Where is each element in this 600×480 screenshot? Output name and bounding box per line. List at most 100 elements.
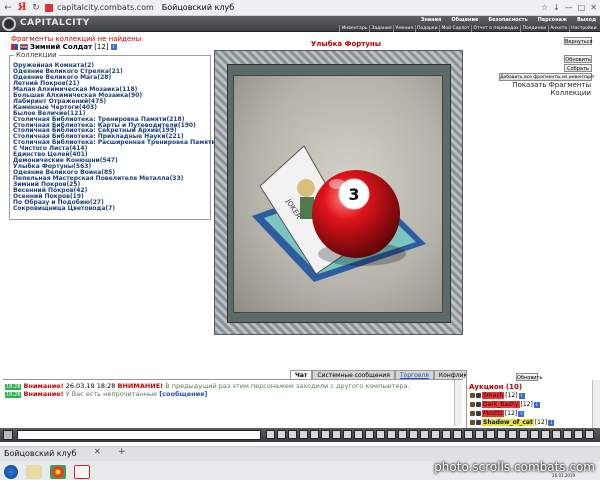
reload-icon[interactable]: ↻ bbox=[31, 0, 41, 16]
auction-refresh-button[interactable]: Обновить bbox=[516, 373, 542, 381]
game-logo[interactable]: CAPITALCITY bbox=[20, 18, 90, 28]
chat-private-icon[interactable] bbox=[470, 411, 475, 416]
address-bar[interactable]: capitalcity.combats.com bbox=[57, 3, 154, 12]
shield-icon[interactable] bbox=[486, 430, 495, 439]
nav-communication[interactable]: Общение bbox=[451, 17, 478, 23]
chat-mode-icon[interactable] bbox=[321, 430, 330, 439]
nav-inventory[interactable]: Инвентарь bbox=[339, 24, 369, 32]
screen: ← Я ↻ capitalcity.combats.com Бойцовский… bbox=[0, 0, 600, 480]
collection-link[interactable]: Сокровищница Цветовода(7) bbox=[13, 205, 234, 212]
boots-icon[interactable] bbox=[475, 430, 484, 439]
item-icon[interactable] bbox=[398, 430, 407, 439]
translit-icon[interactable] bbox=[277, 430, 286, 439]
message-time[interactable]: 18:28 bbox=[5, 392, 22, 398]
mail-icon[interactable] bbox=[552, 430, 561, 439]
nav-my-slot[interactable]: Мой Сорлот bbox=[439, 24, 471, 32]
chat-input[interactable] bbox=[17, 430, 261, 440]
elixir-icon[interactable] bbox=[376, 430, 385, 439]
auction-row: Dark_Bashy [12] i bbox=[470, 401, 540, 408]
nav-profile[interactable]: Анкета bbox=[547, 24, 569, 32]
bag-icon[interactable] bbox=[508, 430, 517, 439]
windows-start-icon[interactable] bbox=[4, 464, 18, 479]
minimize-icon[interactable]: — bbox=[565, 3, 573, 12]
message-title: ВНИМАНИЕ! bbox=[117, 382, 164, 390]
page-title: Бойцовский клуб bbox=[161, 3, 235, 12]
tab-chat[interactable]: Чат bbox=[290, 370, 313, 379]
yandex-browser-icon[interactable] bbox=[74, 464, 90, 479]
show-fragments-link[interactable]: Показать Фрагменты bbox=[512, 81, 591, 89]
nav-exit[interactable]: Выход bbox=[577, 17, 596, 23]
armor-icon[interactable] bbox=[453, 430, 462, 439]
weapon-icon[interactable] bbox=[497, 430, 506, 439]
auction-player-name[interactable]: Smash bbox=[482, 392, 505, 399]
rune-icon[interactable] bbox=[387, 430, 396, 439]
chrome-icon[interactable] bbox=[50, 464, 66, 479]
player-info-icon[interactable]: i bbox=[533, 401, 540, 408]
auction-player-name[interactable]: Shadow_of_cat bbox=[482, 419, 534, 426]
collect-button[interactable]: Собрать bbox=[564, 64, 592, 72]
maximize-icon[interactable]: □ bbox=[578, 3, 586, 12]
player-info-icon[interactable]: i bbox=[518, 392, 525, 399]
auction-player-name[interactable]: Mosttz bbox=[482, 410, 504, 417]
chat-private-icon[interactable] bbox=[470, 393, 475, 398]
yandex-logo-icon[interactable]: Я bbox=[17, 0, 27, 16]
refresh-button[interactable]: Обновить bbox=[564, 55, 592, 63]
add-all-fragments-button[interactable]: Добавить все фрагменты из инвентаря bbox=[499, 73, 594, 81]
nav-knowledge[interactable]: Знания bbox=[421, 17, 442, 23]
filter-icon[interactable] bbox=[288, 430, 297, 439]
map-icon[interactable] bbox=[519, 430, 528, 439]
chat-private-icon[interactable] bbox=[470, 402, 475, 407]
clan-icon bbox=[476, 393, 481, 398]
amulet-icon[interactable] bbox=[431, 430, 440, 439]
task-icons bbox=[0, 462, 90, 480]
play-icon[interactable] bbox=[574, 430, 583, 439]
tab-trade[interactable]: Торговля bbox=[394, 370, 434, 379]
record-icon[interactable] bbox=[563, 430, 572, 439]
nav-security[interactable]: Безопасность bbox=[488, 17, 527, 23]
back-arrow-icon[interactable]: ← bbox=[3, 0, 13, 16]
sound-icon[interactable] bbox=[310, 430, 319, 439]
auction-player-name[interactable]: Dark_Bashy bbox=[482, 401, 520, 408]
chat-scrollbar[interactable] bbox=[454, 380, 462, 426]
scroll-icon[interactable] bbox=[354, 430, 363, 439]
player-level: [12] bbox=[94, 43, 109, 51]
nav-gifts[interactable]: Подарки bbox=[414, 24, 440, 32]
browser-tab[interactable]: Бойцовский клуб bbox=[4, 449, 124, 461]
close-icon[interactable]: ✕ bbox=[590, 3, 597, 12]
player-info-icon[interactable]: i bbox=[110, 44, 117, 50]
belt-icon[interactable] bbox=[409, 430, 418, 439]
chat-private-icon[interactable] bbox=[470, 420, 475, 425]
gem-icon[interactable] bbox=[530, 430, 539, 439]
player-info-icon[interactable]: i bbox=[548, 419, 555, 426]
auction-scrollbar[interactable] bbox=[592, 380, 600, 428]
nav-battles[interactable]: Поединки bbox=[520, 24, 548, 32]
back-button[interactable]: Вернуться bbox=[564, 37, 593, 45]
forward-icon[interactable] bbox=[585, 430, 594, 439]
smile-icon[interactable] bbox=[266, 430, 275, 439]
bookmark-icon[interactable]: ☆ bbox=[541, 3, 548, 12]
ring-icon[interactable] bbox=[420, 430, 429, 439]
new-tab-icon[interactable]: + bbox=[118, 447, 126, 457]
tab-system-messages[interactable]: Системные сообщения bbox=[312, 370, 395, 379]
player-info-icon[interactable]: i bbox=[518, 410, 525, 417]
nav-quests[interactable]: Задания bbox=[368, 24, 393, 32]
chat-input-bar bbox=[0, 428, 600, 442]
helm-icon[interactable] bbox=[442, 430, 451, 439]
site-favicon-icon bbox=[45, 3, 53, 12]
channel-select-icon[interactable] bbox=[3, 430, 13, 440]
clear-icon[interactable] bbox=[299, 430, 308, 439]
nav-settings[interactable]: Настройки bbox=[568, 24, 598, 32]
download-icon[interactable]: ↓ bbox=[553, 3, 560, 12]
nav-transfer-report[interactable]: Отчет о переводах bbox=[471, 24, 520, 32]
spell-icon[interactable] bbox=[332, 430, 341, 439]
attack-icon[interactable] bbox=[343, 430, 352, 439]
explorer-icon[interactable] bbox=[26, 464, 42, 479]
potion-icon[interactable] bbox=[365, 430, 374, 439]
arrow-icon[interactable] bbox=[541, 430, 550, 439]
gloves-icon[interactable] bbox=[464, 430, 473, 439]
nav-skills[interactable]: Умения bbox=[393, 24, 414, 32]
messages-link[interactable]: [сообщения] bbox=[159, 390, 207, 398]
nav-character[interactable]: Персонаж bbox=[538, 17, 567, 23]
tab-close-icon[interactable]: ✕ bbox=[94, 447, 101, 456]
collections-label[interactable]: Коллекции bbox=[550, 89, 591, 97]
